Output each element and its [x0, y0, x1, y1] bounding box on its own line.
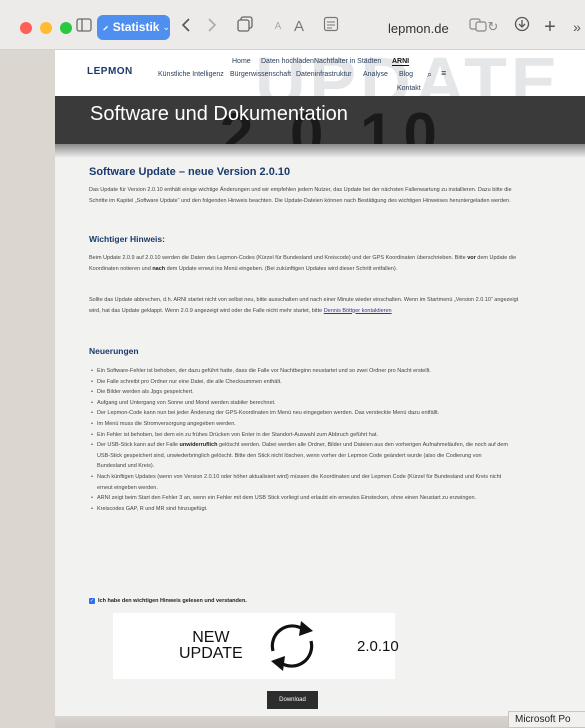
banner-new-update-text: NEW UPDATE — [179, 629, 243, 662]
forward-icon[interactable] — [204, 15, 220, 39]
list-item: Aufgang und Untergang von Sonne und Mond… — [89, 398, 509, 409]
notice-paragraph-2: Sollte das Update abbrechen, d.h. ARNI s… — [89, 297, 519, 314]
header-shadow — [55, 144, 585, 158]
nav-home[interactable]: Home — [232, 58, 251, 65]
nav-blog[interactable]: Blog — [399, 71, 413, 78]
contact-link[interactable]: Dennis Böttger kontaktieren — [324, 308, 392, 314]
list-item: Die Falle schreibt pro Ordner nur eine D… — [89, 377, 509, 388]
list-item: Kreiscodes GAP, R und MR sind hinzugefüg… — [89, 504, 509, 515]
tabs-overview-icon[interactable] — [236, 15, 254, 39]
browser-toolbar: Statistik ⌄ A A lepmon.de ↻ + » — [0, 0, 585, 50]
chevron-down-icon: ⌄ — [162, 22, 170, 32]
back-icon[interactable] — [178, 15, 194, 39]
nav-kontakt[interactable]: Kontakt — [397, 85, 421, 92]
notice-heading: Wichtiger Hinweis: — [89, 234, 165, 244]
list-item-usb: Der USB-Stick kann auf der Falle unwider… — [89, 440, 509, 472]
confirm-checkbox-row[interactable]: ✓ Ich habe den wichtigen Hinweis gelesen… — [89, 598, 247, 604]
more-icon[interactable]: » — [570, 15, 584, 39]
nav-dateninfrastruktur[interactable]: Dateninfrastruktur — [296, 71, 352, 78]
tab-group-icon — [102, 25, 108, 30]
news-heading: Neuerungen — [89, 346, 139, 356]
list-item: ARNI zeigt beim Start den Fehler 3 an, w… — [89, 493, 509, 504]
web-page: UPDATE 2.0.10 Software und Dokumentation… — [55, 50, 585, 728]
search-icon[interactable]: ⌕ — [427, 69, 432, 80]
site-logo[interactable]: LEPMON — [87, 66, 133, 77]
list-item: Die Bilder werden als Jpgs gespeichert. — [89, 387, 509, 398]
nav-daten-hochladen[interactable]: Daten hochladen — [261, 58, 314, 65]
reload-icon[interactable]: ↻ — [486, 15, 500, 39]
menu-icon[interactable]: ≡ — [441, 68, 446, 78]
checkbox-checked-icon[interactable]: ✓ — [89, 598, 95, 604]
sidebar-icon[interactable] — [74, 15, 94, 39]
confirm-label: Ich habe den wichtigen Hinweis gelesen u… — [98, 598, 247, 604]
list-item: Nach künftigen Updates (wenn von Version… — [89, 472, 509, 493]
hero-header: UPDATE 2.0.10 Software und Dokumentation… — [55, 50, 585, 144]
address-text: lepmon.de — [388, 21, 449, 36]
list-item: Im Menü muss die Stromversorgung angegeb… — [89, 419, 509, 430]
close-window-button[interactable] — [20, 22, 32, 34]
nav-ki[interactable]: Künstliche Intelligenz — [158, 71, 224, 78]
update-banner-image: NEW UPDATE 2.0.10 — [113, 613, 399, 679]
download-icon[interactable] — [513, 15, 531, 39]
download-button[interactable]: Download — [267, 691, 318, 709]
notice-paragraph-1: Beim Update 2.0.9 auf 2.0.10 werden die … — [89, 255, 517, 272]
list-item: Ein Fehler ist behoben, bei dem ein zu f… — [89, 430, 509, 441]
list-item: Der Lepmon-Code kann nun bei jeder Änder… — [89, 408, 509, 419]
taskbar-app-powerpoint[interactable]: Microsoft Po — [508, 711, 585, 728]
list-item: Ein Software-Fehler ist behoben, der daz… — [89, 366, 509, 377]
zoom-window-button[interactable] — [60, 22, 72, 34]
nav-analyse[interactable]: Analyse — [363, 71, 388, 78]
window-bottom-edge — [55, 716, 585, 728]
page-title: Software und Dokumentation — [90, 103, 348, 125]
article-title: Software Update – neue Version 2.0.10 — [89, 166, 291, 178]
tab-group-label: Statistik — [112, 20, 160, 34]
nav-arni[interactable]: ARNI — [392, 58, 410, 66]
nav-nachtfalter[interactable]: Nachtfalter in Städten — [314, 58, 381, 65]
minimize-window-button[interactable] — [40, 22, 52, 34]
refresh-arrows-icon — [270, 621, 314, 671]
translate-icon[interactable] — [468, 15, 488, 39]
banner-version: 2.0.10 — [357, 638, 399, 655]
new-tab-icon[interactable]: + — [542, 15, 558, 39]
feature-list: Ein Software-Fehler ist behoben, der daz… — [89, 366, 509, 514]
nav-buergerwissenschaft[interactable]: Bürgerwissenschaft — [230, 71, 291, 78]
text-size-small-icon[interactable]: A — [272, 15, 284, 39]
article-intro: Das Update für Version 2.0.10 enthält ei… — [89, 187, 512, 204]
tab-group-button[interactable]: Statistik ⌄ — [97, 15, 170, 40]
